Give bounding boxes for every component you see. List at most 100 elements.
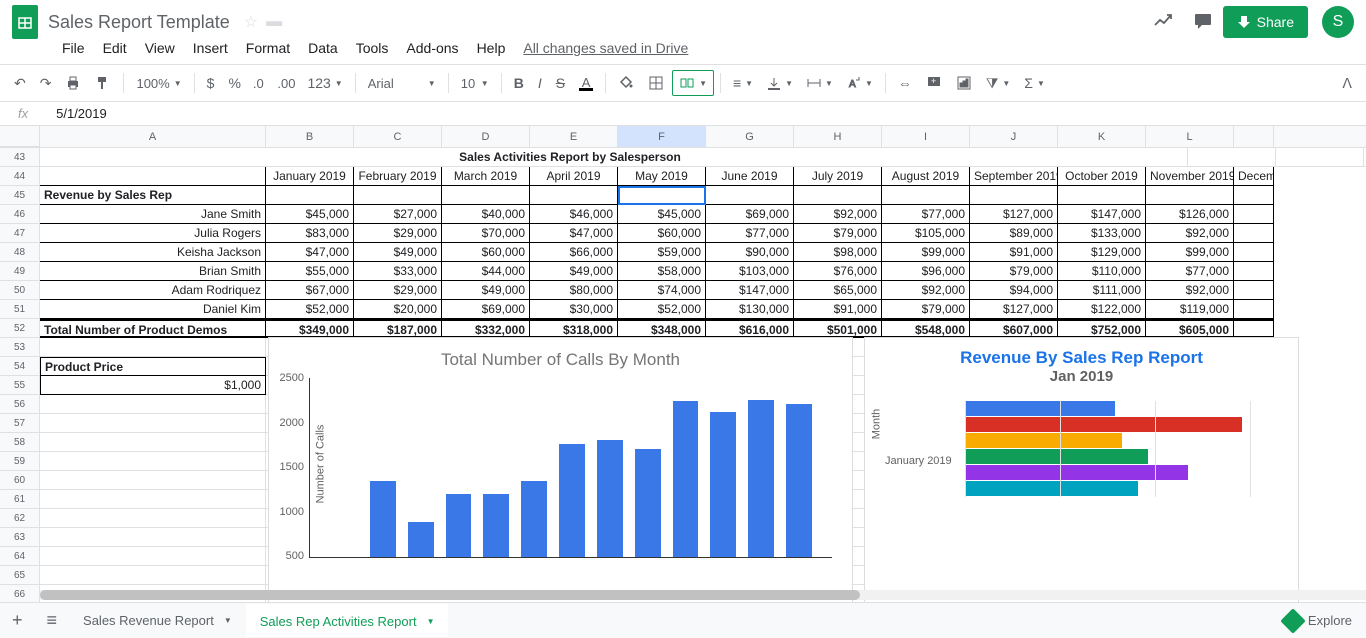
- menu-addons[interactable]: Add-ons: [406, 40, 458, 56]
- comment-icon[interactable]: [1193, 11, 1213, 34]
- cell[interactable]: Jane Smith: [40, 205, 266, 224]
- cell[interactable]: $1,000: [40, 376, 266, 395]
- wrap-icon[interactable]: ▼: [801, 72, 839, 94]
- cell[interactable]: $605,000: [1146, 319, 1234, 338]
- col-C[interactable]: C: [354, 126, 442, 147]
- cell[interactable]: [706, 186, 794, 205]
- cell[interactable]: $92,000: [794, 205, 882, 224]
- cell[interactable]: $44,000: [442, 262, 530, 281]
- row-num[interactable]: 49: [0, 262, 40, 281]
- cell[interactable]: $122,000: [1058, 300, 1146, 319]
- row-num[interactable]: 50: [0, 281, 40, 300]
- cell[interactable]: [266, 186, 354, 205]
- row-num[interactable]: 44: [0, 167, 40, 186]
- cell[interactable]: $77,000: [882, 205, 970, 224]
- italic-icon[interactable]: I: [532, 71, 548, 95]
- cell[interactable]: $607,000: [970, 319, 1058, 338]
- cell[interactable]: [1058, 186, 1146, 205]
- chart-calls-by-month[interactable]: Total Number of Calls By Month Number of…: [268, 337, 853, 617]
- link-icon[interactable]: ⇔: [892, 71, 918, 95]
- cell[interactable]: $129,000: [1058, 243, 1146, 262]
- merge-cells-icon[interactable]: ▼: [672, 70, 714, 96]
- col-M[interactable]: [1234, 126, 1274, 147]
- save-status[interactable]: All changes saved in Drive: [523, 40, 688, 56]
- cell[interactable]: $105,000: [882, 224, 970, 243]
- cell[interactable]: [40, 490, 266, 509]
- cell[interactable]: [882, 186, 970, 205]
- cell[interactable]: $80,000: [530, 281, 618, 300]
- font-size-select[interactable]: 10▼: [455, 74, 495, 93]
- cell[interactable]: $89,000: [970, 224, 1058, 243]
- cell[interactable]: $92,000: [1146, 281, 1234, 300]
- col-A[interactable]: A: [40, 126, 266, 147]
- column-headers[interactable]: A B C D E F G H I J K L: [0, 126, 1366, 148]
- cell[interactable]: November 2019: [1146, 167, 1234, 186]
- menu-format[interactable]: Format: [246, 40, 290, 56]
- cell[interactable]: February 2019: [354, 167, 442, 186]
- cell[interactable]: $49,000: [530, 262, 618, 281]
- cell[interactable]: $548,000: [882, 319, 970, 338]
- cell[interactable]: [1234, 243, 1274, 262]
- cell[interactable]: $49,000: [442, 281, 530, 300]
- cell[interactable]: $349,000: [266, 319, 354, 338]
- cell[interactable]: $79,000: [970, 262, 1058, 281]
- row-num[interactable]: 59: [0, 452, 40, 471]
- document-title[interactable]: Sales Report Template: [48, 12, 230, 33]
- col-K[interactable]: K: [1058, 126, 1146, 147]
- cell[interactable]: $83,000: [266, 224, 354, 243]
- strike-icon[interactable]: S: [550, 71, 571, 95]
- col-I[interactable]: I: [882, 126, 970, 147]
- filter-icon[interactable]: ⧩▼: [980, 71, 1016, 96]
- menu-view[interactable]: View: [145, 40, 175, 56]
- cell[interactable]: [40, 338, 266, 357]
- cell[interactable]: $99,000: [1146, 243, 1234, 262]
- row-num[interactable]: 55: [0, 376, 40, 395]
- cell[interactable]: $127,000: [970, 205, 1058, 224]
- col-E[interactable]: E: [530, 126, 618, 147]
- paint-format-icon[interactable]: [89, 71, 117, 95]
- cell[interactable]: $20,000: [354, 300, 442, 319]
- cell[interactable]: $27,000: [354, 205, 442, 224]
- bold-icon[interactable]: B: [508, 71, 530, 95]
- row-num[interactable]: 46: [0, 205, 40, 224]
- cell[interactable]: [442, 186, 530, 205]
- cell[interactable]: [1234, 224, 1274, 243]
- row-num[interactable]: 54: [0, 357, 40, 376]
- cell[interactable]: $69,000: [706, 205, 794, 224]
- cell[interactable]: $332,000: [442, 319, 530, 338]
- cell[interactable]: April 2019: [530, 167, 618, 186]
- cell[interactable]: $79,000: [882, 300, 970, 319]
- cell[interactable]: $91,000: [794, 300, 882, 319]
- cell[interactable]: [1234, 205, 1274, 224]
- cell[interactable]: [970, 186, 1058, 205]
- cell[interactable]: $40,000: [442, 205, 530, 224]
- row-num[interactable]: 51: [0, 300, 40, 319]
- cell[interactable]: [1276, 148, 1364, 167]
- cell[interactable]: May 2019: [618, 167, 706, 186]
- cell[interactable]: $59,000: [618, 243, 706, 262]
- cell[interactable]: [40, 471, 266, 490]
- sheets-app-icon[interactable]: [12, 5, 38, 39]
- row-num[interactable]: 43: [0, 148, 40, 167]
- cell[interactable]: $616,000: [706, 319, 794, 338]
- cell[interactable]: [1234, 300, 1274, 319]
- cell[interactable]: [40, 395, 266, 414]
- cell[interactable]: $47,000: [530, 224, 618, 243]
- star-icon[interactable]: ☆: [244, 12, 258, 32]
- cell[interactable]: $91,000: [970, 243, 1058, 262]
- row-num[interactable]: 57: [0, 414, 40, 433]
- cell[interactable]: [40, 509, 266, 528]
- cell[interactable]: $348,000: [618, 319, 706, 338]
- cell[interactable]: $187,000: [354, 319, 442, 338]
- redo-icon[interactable]: ↷: [34, 71, 58, 96]
- cell[interactable]: October 2019: [1058, 167, 1146, 186]
- cell[interactable]: $501,000: [794, 319, 882, 338]
- cell[interactable]: [530, 186, 618, 205]
- cell[interactable]: [1234, 281, 1274, 300]
- cell[interactable]: [1234, 186, 1274, 205]
- cell[interactable]: Brian Smith: [40, 262, 266, 281]
- cell[interactable]: $30,000: [530, 300, 618, 319]
- cell[interactable]: $49,000: [354, 243, 442, 262]
- cell[interactable]: Decem: [1234, 167, 1274, 186]
- cell[interactable]: [40, 547, 266, 566]
